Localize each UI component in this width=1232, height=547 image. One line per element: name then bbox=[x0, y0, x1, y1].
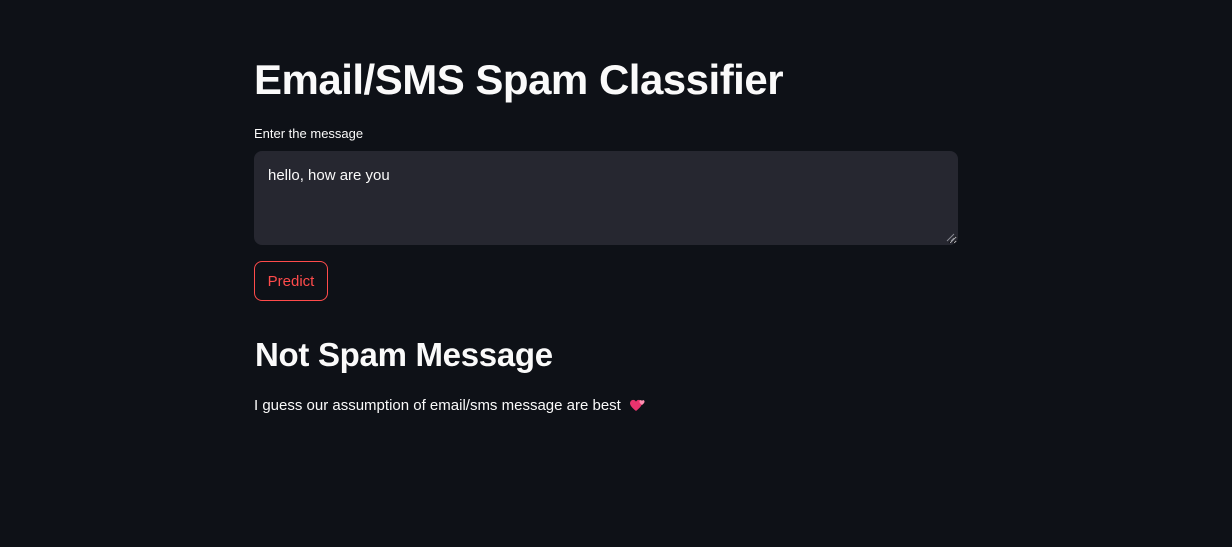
message-input[interactable]: hello, how are you bbox=[254, 151, 958, 245]
result-text: I guess our assumption of email/sms mess… bbox=[254, 397, 621, 414]
predict-button[interactable]: Predict bbox=[254, 261, 328, 301]
message-label: Enter the message bbox=[254, 126, 364, 141]
resize-handle-icon[interactable] bbox=[946, 233, 955, 242]
two-hearts-icon bbox=[630, 399, 645, 411]
page-title: Email/SMS Spam Classifier bbox=[254, 56, 784, 103]
result-message: I guess our assumption of email/sms mess… bbox=[254, 396, 647, 416]
result-heading: Not Spam Message bbox=[255, 336, 553, 373]
